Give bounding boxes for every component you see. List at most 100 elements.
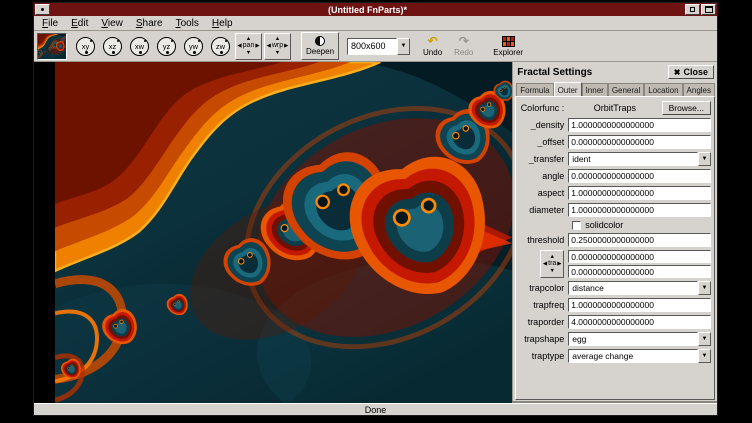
- close-button[interactable]: ✖ Close: [668, 65, 714, 79]
- preview-thumbnail[interactable]: [37, 33, 67, 60]
- tab-formula[interactable]: Formula: [516, 83, 553, 96]
- transfer-dropdown-icon[interactable]: ▼: [698, 152, 711, 166]
- pan-down-icon[interactable]: ▼: [246, 50, 251, 56]
- offset-input[interactable]: [568, 135, 711, 149]
- diameter-input[interactable]: [568, 203, 711, 217]
- deepen-button[interactable]: Deepen: [301, 32, 339, 60]
- tra-right-icon[interactable]: ▶: [557, 261, 561, 267]
- deepen-icon: [315, 36, 325, 46]
- tra-left-icon[interactable]: ◀: [543, 261, 547, 267]
- menubar: File Edit View Share Tools Help: [34, 16, 717, 31]
- redo-label: Redo: [454, 48, 473, 57]
- window-menu-button[interactable]: [35, 4, 50, 15]
- undo-button[interactable]: ↶ Undo: [418, 32, 447, 60]
- trapshape-dropdown-icon[interactable]: ▼: [698, 332, 711, 346]
- traporder-input[interactable]: [568, 315, 711, 329]
- status-text: Done: [365, 405, 387, 415]
- aspect-label: aspect: [518, 188, 568, 198]
- undo-icon: ↶: [428, 36, 438, 47]
- colorfunc-row: Colorfunc : OrbitTraps Browse...: [518, 101, 711, 115]
- tra-down-icon[interactable]: ▼: [549, 268, 554, 274]
- tra-fourway-wrap: ▲ ◀ tra ▶ ▼: [518, 250, 568, 278]
- explorer-label: Explorer: [493, 48, 523, 57]
- solidcolor-checkbox[interactable]: [572, 221, 581, 230]
- rotate-xw-button[interactable]: xw: [127, 34, 152, 59]
- titlebar[interactable]: (Untitled FnParts)*: [34, 3, 717, 16]
- diameter-label: diameter: [518, 205, 568, 215]
- fractal-image[interactable]: [55, 62, 512, 403]
- tab-inner[interactable]: Inner: [582, 83, 608, 96]
- tab-general[interactable]: General: [608, 83, 644, 96]
- density-input[interactable]: [568, 118, 711, 132]
- menu-help[interactable]: Help: [206, 17, 240, 30]
- browse-button[interactable]: Browse...: [662, 101, 711, 115]
- resolution-combo[interactable]: 800x600 ▼: [347, 38, 410, 55]
- deepen-label: Deepen: [306, 47, 334, 56]
- app-window: (Untitled FnParts)* File Edit View Share…: [33, 2, 718, 416]
- offset-label: _offset: [518, 137, 568, 147]
- warp-right-icon[interactable]: ▶: [284, 43, 288, 49]
- panel-header: Fractal Settings ✖ Close: [515, 64, 715, 82]
- yw-axis-icon: yw: [184, 37, 203, 56]
- menu-tools[interactable]: Tools: [170, 17, 206, 30]
- traporder-label: traporder: [518, 317, 568, 327]
- rotate-xz-button[interactable]: xz: [100, 34, 125, 59]
- trapcolor-label: trapcolor: [518, 283, 568, 293]
- warp-down-icon[interactable]: ▼: [275, 50, 280, 56]
- explorer-button[interactable]: Explorer: [488, 32, 528, 60]
- window-title: (Untitled FnParts)*: [51, 4, 684, 16]
- aspect-input[interactable]: [568, 186, 711, 200]
- traptype-combo[interactable]: average change ▼: [568, 349, 711, 363]
- menu-file[interactable]: File: [36, 17, 65, 30]
- trapcolor-row: trapcolor distance ▼: [518, 281, 711, 295]
- trapfreq-input[interactable]: [568, 298, 711, 312]
- transfer-value: ident: [568, 152, 698, 166]
- tra-y-input[interactable]: [568, 265, 711, 278]
- pan-left-icon[interactable]: ◀: [237, 43, 241, 49]
- tra-fourway[interactable]: ▲ ◀ tra ▶ ▼: [540, 250, 564, 278]
- pan-label: pan: [243, 42, 255, 50]
- warp-left-icon[interactable]: ◀: [267, 43, 271, 49]
- outer-tab-page: Colorfunc : OrbitTraps Browse... _densit…: [515, 96, 715, 400]
- close-icon: ✖: [674, 68, 681, 77]
- maximize-button[interactable]: [701, 4, 716, 15]
- threshold-row: threshold: [518, 233, 711, 247]
- angle-label: angle: [518, 171, 568, 181]
- trapfreq-label: trapfreq: [518, 300, 568, 310]
- trapcolor-value: distance: [568, 281, 698, 295]
- transfer-label: _transfer: [518, 154, 568, 164]
- trapshape-combo[interactable]: egg ▼: [568, 332, 711, 346]
- traptype-dropdown-icon[interactable]: ▼: [698, 349, 711, 363]
- rotate-yw-button[interactable]: yw: [181, 34, 206, 59]
- threshold-input[interactable]: [568, 233, 711, 247]
- resolution-dropdown-icon[interactable]: ▼: [397, 38, 410, 55]
- toolbar: xy xz xw yz yw zw ▲ ◀ pan ▶: [34, 31, 717, 62]
- rotate-zw-button[interactable]: zw: [208, 34, 233, 59]
- trapcolor-combo[interactable]: distance ▼: [568, 281, 711, 295]
- minimize-button[interactable]: [685, 4, 700, 15]
- fractal-canvas[interactable]: [34, 62, 512, 403]
- menu-share[interactable]: Share: [130, 17, 170, 30]
- resolution-value[interactable]: 800x600: [347, 38, 397, 55]
- explorer-icon: [502, 36, 515, 47]
- tra-entries: [568, 250, 711, 278]
- tab-angles[interactable]: Angles: [683, 83, 715, 96]
- angle-input[interactable]: [568, 169, 711, 183]
- rotate-yz-button[interactable]: yz: [154, 34, 179, 59]
- pan-fourway[interactable]: ▲ ◀ pan ▶ ▼: [235, 33, 262, 60]
- trapcolor-dropdown-icon[interactable]: ▼: [698, 281, 711, 295]
- pan-right-icon[interactable]: ▶: [255, 43, 259, 49]
- rotate-xy-button[interactable]: xy: [73, 34, 98, 59]
- tra-x-input[interactable]: [568, 250, 711, 263]
- menu-view[interactable]: View: [95, 17, 130, 30]
- settings-tabs: Formula Outer Inner General Location Ang…: [515, 82, 715, 96]
- warp-fourway[interactable]: ▲ ◀ wrp ▶ ▼: [264, 33, 291, 60]
- transfer-combo[interactable]: ident ▼: [568, 152, 711, 166]
- desktop: (Untitled FnParts)* File Edit View Share…: [0, 0, 752, 423]
- rotate-xy-label: xy: [82, 42, 90, 51]
- trapshape-row: trapshape egg ▼: [518, 332, 711, 346]
- tab-outer[interactable]: Outer: [554, 82, 582, 96]
- tab-location[interactable]: Location: [644, 83, 682, 96]
- menu-edit[interactable]: Edit: [65, 17, 95, 30]
- redo-button: ↷ Redo: [449, 32, 478, 60]
